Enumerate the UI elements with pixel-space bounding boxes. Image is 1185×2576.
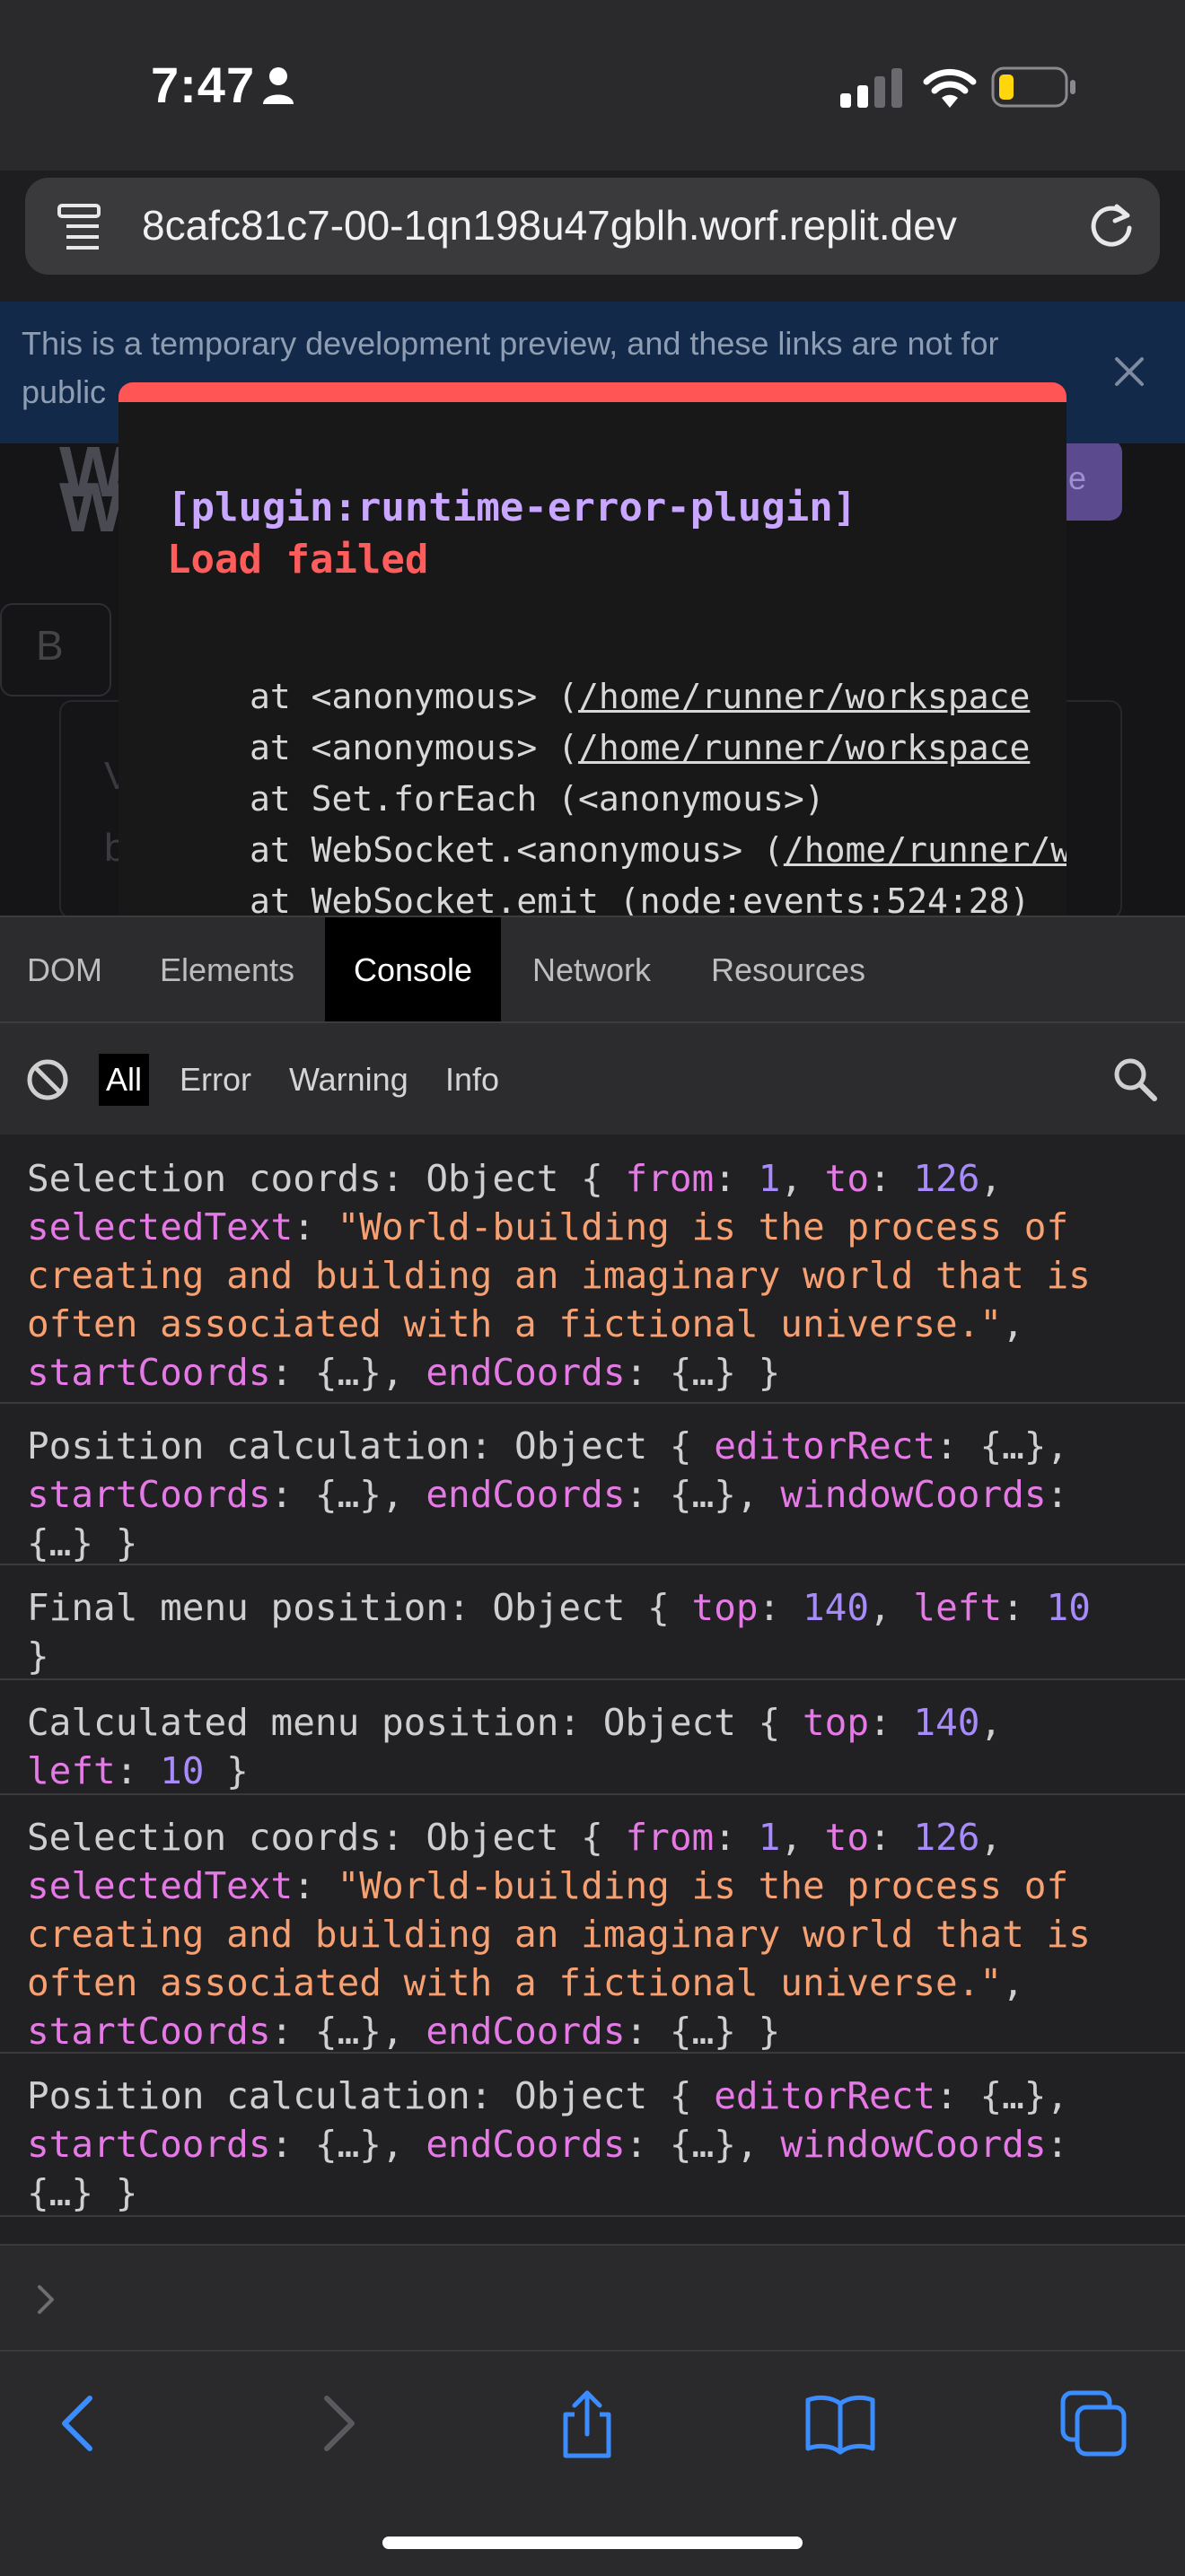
stack-frame: at <anonymous> (/home/runner/workspace <box>250 677 1031 716</box>
back-icon[interactable] <box>43 2388 115 2459</box>
filter-info[interactable]: Info <box>438 1054 506 1106</box>
console-log-entry[interactable]: Selection coords: Object { from: 1, to: … <box>0 1793 1185 2054</box>
stack-file-link[interactable]: /home/runner/workspace <box>784 830 1066 870</box>
chevron-right-icon <box>38 2285 54 2314</box>
wifi-icon <box>923 68 977 108</box>
console-filter-bar: All Error Warning Info <box>0 1021 1185 1136</box>
background-heading-fragment: W <box>59 468 126 547</box>
tab-console[interactable]: Console <box>325 917 501 1023</box>
stack-file-link[interactable]: /home/runner/workspace <box>578 677 1030 716</box>
home-indicator <box>382 2537 803 2549</box>
console-log-entry[interactable]: Final menu position: Object { top: 140, … <box>0 1564 1185 1680</box>
filter-error[interactable]: Error <box>172 1054 259 1106</box>
error-stack-trace: at <anonymous> (/home/runner/workspace a… <box>250 671 1066 927</box>
background-letter: B <box>36 622 64 669</box>
background-button-label: e <box>1068 460 1087 496</box>
console-input[interactable] <box>0 2244 1185 2350</box>
status-time: 7:47 <box>151 57 256 113</box>
stack-frame: at Set.forEach (<anonymous>) <box>250 779 825 819</box>
tab-network[interactable]: Network <box>512 917 672 1023</box>
bookmarks-icon[interactable] <box>804 2388 876 2459</box>
tabs-icon[interactable] <box>1058 2388 1129 2459</box>
console-log-entry[interactable]: Position calculation: Object { editorRec… <box>0 2052 1185 2217</box>
filter-warning[interactable]: Warning <box>282 1054 416 1106</box>
close-icon[interactable] <box>1110 352 1149 391</box>
signal-icon <box>840 68 902 108</box>
tab-elements[interactable]: Elements <box>144 917 311 1023</box>
url-text[interactable]: 8cafc81c7-00-1qn198u47gblh.worf.replit.d… <box>142 201 1066 250</box>
console-log-entry[interactable]: Selection coords: Object { from: 1, to: … <box>0 1135 1185 1404</box>
console-log-entry[interactable]: Final menu position: Object { <box>0 2215 1185 2244</box>
tab-resources[interactable]: Resources <box>691 917 885 1023</box>
console-log-entry[interactable]: Calculated menu position: Object { top: … <box>0 1678 1185 1795</box>
share-icon[interactable] <box>551 2388 623 2459</box>
devtools-tab-bar: DOM Elements Console Network Resources <box>0 916 1185 1023</box>
error-overlay: [plugin:runtime-error-plugin] Load faile… <box>118 382 1066 935</box>
filter-all[interactable]: All <box>99 1054 150 1106</box>
clear-console-icon[interactable] <box>25 1057 70 1102</box>
reload-icon[interactable] <box>1084 199 1138 253</box>
forward-icon[interactable] <box>302 2388 373 2459</box>
tab-dom[interactable]: DOM <box>0 917 129 1023</box>
person-icon <box>263 67 294 104</box>
reader-mode-icon[interactable] <box>56 203 102 251</box>
search-icon[interactable] <box>1111 1056 1158 1102</box>
stack-file-link[interactable]: /home/runner/workspace <box>578 728 1030 767</box>
error-message: Load failed <box>167 537 429 583</box>
stack-frame: at WebSocket.<anonymous> (/home/runner/w… <box>250 825 1066 876</box>
console-log-entry[interactable]: Position calculation: Object { editorRec… <box>0 1402 1185 1565</box>
stack-frame: at <anonymous> (/home/runner/workspace <box>250 728 1031 767</box>
battery-icon <box>991 66 1075 108</box>
console-output: Selection coords: Object { from: 1, to: … <box>0 1135 1185 2244</box>
error-plugin-name: [plugin:runtime-error-plugin] <box>167 485 857 530</box>
url-bar[interactable]: 8cafc81c7-00-1qn198u47gblh.worf.replit.d… <box>25 178 1160 275</box>
